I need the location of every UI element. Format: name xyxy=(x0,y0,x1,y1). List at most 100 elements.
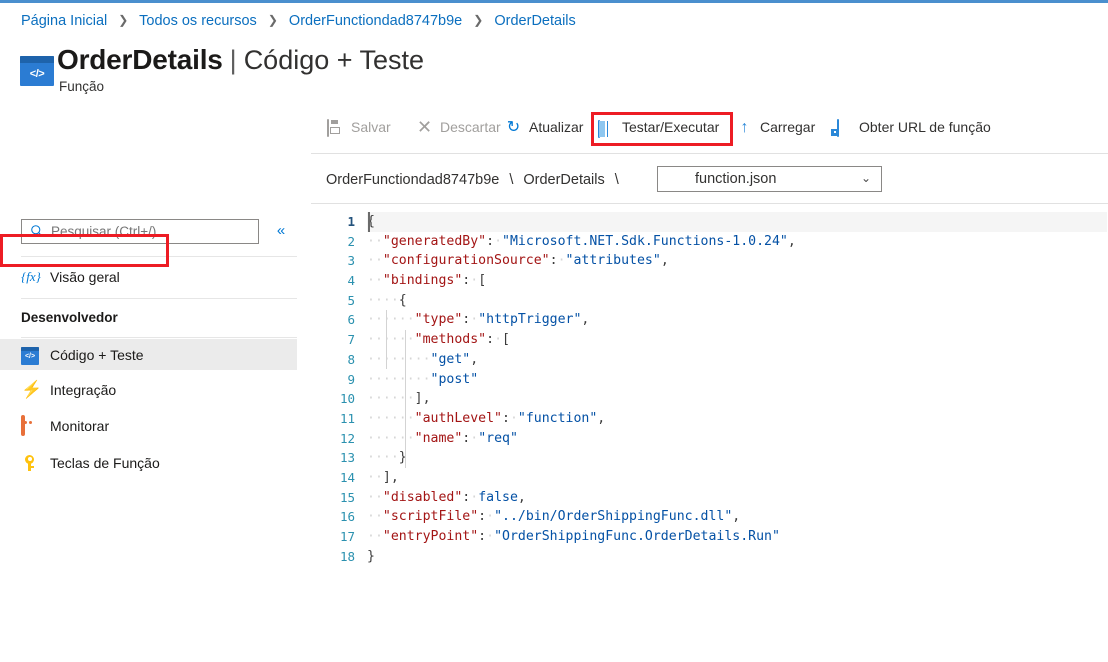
code-token: : xyxy=(549,253,558,269)
code-token: : xyxy=(478,509,487,525)
code-function-icon: </> xyxy=(20,56,54,86)
code-token: · xyxy=(470,273,479,289)
code-line[interactable]: ··"disabled":·false, xyxy=(367,488,1107,508)
nav-divider xyxy=(21,337,297,338)
code-token: ·· xyxy=(367,489,383,505)
code-token: , xyxy=(470,351,479,367)
chevron-down-icon: ⌄ xyxy=(860,171,871,185)
code-token: "post" xyxy=(430,371,479,387)
sidebar-item-label: Teclas de Função xyxy=(50,454,160,471)
sidebar-item-integracao[interactable]: ⚡ Integração xyxy=(0,374,297,405)
code-token: [ xyxy=(478,273,487,289)
code-icon: </> xyxy=(21,346,39,365)
file-select-dropdown[interactable]: function.json ⌄ xyxy=(657,166,882,192)
code-line[interactable]: ··"entryPoint":·"OrderShippingFunc.Order… xyxy=(367,527,1107,547)
code-token: , xyxy=(787,233,796,249)
code-token: "Microsoft.NET.Sdk.Functions-1.0.24" xyxy=(502,233,788,249)
code-token: "attributes" xyxy=(565,253,661,269)
upload-button[interactable]: ↑ Carregar xyxy=(736,114,816,140)
code-token: [ xyxy=(502,332,510,348)
code-content[interactable]: {··"generatedBy":·"Microsoft.NET.Sdk.Fun… xyxy=(367,212,1107,566)
code-line[interactable]: { xyxy=(367,212,1107,232)
code-line[interactable]: ········"get", xyxy=(367,350,1107,370)
code-token: · xyxy=(486,509,495,525)
code-line[interactable]: ··], xyxy=(367,468,1107,488)
page-title: OrderDetails | Código + Teste xyxy=(57,44,424,76)
sidebar-item-monitorar[interactable]: Monitorar xyxy=(0,410,297,441)
search-input[interactable] xyxy=(49,220,254,243)
refresh-button[interactable]: ↻ Atualizar xyxy=(505,114,584,140)
indent-guide xyxy=(405,330,406,468)
line-number: 6 xyxy=(347,312,355,328)
get-function-url-button[interactable]: Obter URL de função xyxy=(835,114,991,140)
save-label: Salvar xyxy=(351,119,391,135)
breadcrumb: Página Inicial ❯ Todos os recursos ❯ Ord… xyxy=(21,13,576,29)
code-editor[interactable]: 1 2 3 4 5 6 7 8 9 10 11 12 13 14 15 16 17 18 {··"generate… xyxy=(311,204,1108,662)
code-token: ······ xyxy=(367,391,415,407)
breadcrumb-item-home[interactable]: Página Inicial xyxy=(21,13,107,29)
breadcrumb-item-all-resources[interactable]: Todos os recursos xyxy=(139,13,257,29)
path-separator: \ xyxy=(614,172,619,188)
file-path-bar: OrderFunctiondad8747b9e \ OrderDetails \ xyxy=(326,167,629,193)
code-token: "get" xyxy=(430,351,471,367)
code-token: "disabled" xyxy=(382,489,463,505)
code-token: : xyxy=(486,233,495,249)
code-token: "entryPoint" xyxy=(382,529,479,544)
code-line[interactable]: ······"authLevel":·"function", xyxy=(367,409,1107,429)
breadcrumb-separator: ❯ xyxy=(473,13,484,27)
test-run-button[interactable]: Testar/Executar xyxy=(598,114,719,140)
code-token: "../bin/OrderShippingFunc.dll" xyxy=(494,509,733,525)
code-token: "methods" xyxy=(414,332,487,348)
code-token: ·· xyxy=(367,233,383,249)
discard-label: Descartar xyxy=(440,119,501,135)
sidebar-item-visao-geral[interactable]: {fx} Visão geral xyxy=(0,261,297,292)
code-token: "authLevel" xyxy=(414,410,502,426)
breadcrumb-item-order-details[interactable]: OrderDetails xyxy=(494,13,575,29)
key-icon xyxy=(21,454,39,472)
collapse-sidebar-button[interactable]: « xyxy=(271,221,291,241)
code-token: "function" xyxy=(517,410,598,426)
search-icon xyxy=(31,225,43,237)
code-token: ········ xyxy=(367,371,431,387)
code-token: , xyxy=(517,489,526,505)
code-line[interactable]: ······"type":·"httpTrigger", xyxy=(367,310,1107,330)
search-box[interactable] xyxy=(21,219,259,244)
code-line[interactable]: ······"methods":·[ xyxy=(367,330,1107,350)
code-line[interactable]: ········"post" xyxy=(367,370,1107,390)
code-token: ·· xyxy=(367,253,383,269)
page-subtitle: Função xyxy=(59,79,105,94)
sidebar-item-label: Visão geral xyxy=(50,268,120,285)
line-number: 7 xyxy=(347,332,355,348)
code-line[interactable]: ··"generatedBy":·"Microsoft.NET.Sdk.Func… xyxy=(367,232,1107,252)
code-line[interactable]: ··"configurationSource":·"attributes", xyxy=(367,251,1107,271)
line-number: 15 xyxy=(339,489,355,505)
code-token: · xyxy=(557,253,566,269)
code-line[interactable]: ····{ xyxy=(367,291,1107,311)
code-token: "type" xyxy=(414,312,463,328)
code-token: ·· xyxy=(367,273,383,289)
line-number: 8 xyxy=(347,351,355,367)
code-line[interactable]: ··"bindings":·[ xyxy=(367,271,1107,291)
save-icon xyxy=(327,118,329,137)
code-token: ······ xyxy=(367,430,415,446)
code-line[interactable]: ··"scriptFile":·"../bin/OrderShippingFun… xyxy=(367,507,1107,527)
path-separator: \ xyxy=(509,172,514,188)
line-number: 9 xyxy=(347,371,355,387)
sidebar-item-codigo-teste[interactable]: </> Código + Teste xyxy=(0,339,297,370)
code-line[interactable]: ····} xyxy=(367,448,1107,468)
sidebar-item-label: Integração xyxy=(50,381,117,398)
code-token: ······ xyxy=(367,410,415,426)
code-line[interactable]: } xyxy=(367,547,1107,567)
text-caret xyxy=(368,212,370,232)
close-x-icon: ✕ xyxy=(416,116,433,137)
test-run-label: Testar/Executar xyxy=(622,119,720,135)
code-token: · xyxy=(470,430,479,446)
code-line[interactable]: ······], xyxy=(367,389,1107,409)
code-token: "bindings" xyxy=(382,273,463,289)
breadcrumb-item-function-app[interactable]: OrderFunctiondad8747b9e xyxy=(289,13,462,29)
code-line[interactable]: ······"name":·"req" xyxy=(367,429,1107,449)
sidebar-item-teclas-de-funcao[interactable]: Teclas de Função xyxy=(0,447,297,478)
code-token: ···· xyxy=(367,292,399,308)
nav-divider xyxy=(21,256,297,257)
save-button: Salvar xyxy=(327,114,391,140)
